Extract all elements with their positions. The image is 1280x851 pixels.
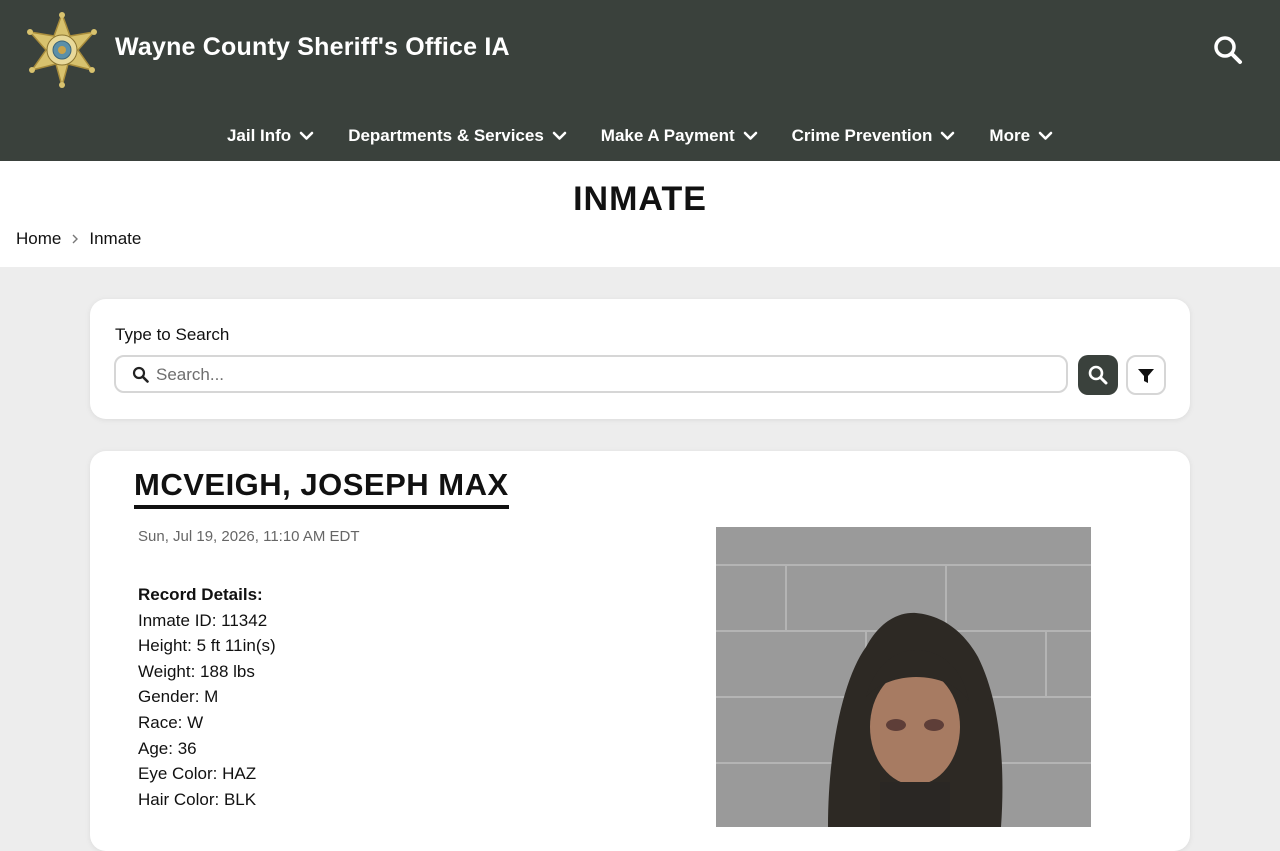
inmate-photo xyxy=(716,527,1091,827)
filter-button[interactable] xyxy=(1126,355,1166,395)
chevron-right-icon xyxy=(72,234,79,244)
nav-item-label: More xyxy=(989,126,1031,145)
detail-race: Race: W xyxy=(138,712,204,732)
page-title: INMATE xyxy=(573,180,707,218)
detail-weight: Weight: 188 lbs xyxy=(138,661,255,681)
detail-gender: Gender: M xyxy=(138,687,219,707)
nav-item-departments-services[interactable]: Departments & Services xyxy=(348,118,567,154)
nav-item-label: Make A Payment xyxy=(600,126,735,145)
inmate-name: MCVEIGH, JOSEPH MAX xyxy=(134,467,509,509)
search-card: Type to Search xyxy=(90,299,1190,419)
filter-icon xyxy=(1138,369,1154,383)
search-field[interactable] xyxy=(114,355,1068,393)
breadcrumb-home-link[interactable]: Home xyxy=(16,229,61,249)
site-title[interactable]: Wayne County Sheriff's Office IA xyxy=(115,33,510,62)
chevron-down-icon xyxy=(743,131,757,140)
detail-inmate-id: Inmate ID: 11342 xyxy=(138,610,268,630)
details-heading: Record Details: xyxy=(138,585,263,604)
inmate-record-card: MCVEIGH, JOSEPH MAX Sun, Jul 19, 2026, 1… xyxy=(90,451,1190,851)
search-button[interactable] xyxy=(1078,355,1118,395)
breadcrumb: Home Inmate xyxy=(16,229,141,249)
site-header: Wayne County Sheriff's Office IA Jail In… xyxy=(0,0,1280,161)
main-nav: Jail Info Departments & Services Make A … xyxy=(0,118,1280,154)
nav-item-label: Jail Info xyxy=(226,126,292,145)
nav-item-label: Departments & Services xyxy=(348,126,544,145)
breadcrumb-current[interactable]: Inmate xyxy=(89,229,141,249)
search-icon[interactable] xyxy=(1212,34,1244,66)
nav-item-label: Crime Prevention xyxy=(791,126,933,145)
detail-eye-color: Eye Color: HAZ xyxy=(138,764,257,784)
sheriff-badge-logo[interactable] xyxy=(24,12,100,88)
search-label: Type to Search xyxy=(115,325,230,344)
chevron-down-icon xyxy=(299,131,314,140)
nav-item-jail-info[interactable]: Jail Info xyxy=(227,118,314,154)
page-title-bar: INMATE Home Inmate xyxy=(0,161,1280,267)
chevron-down-icon xyxy=(552,131,567,140)
record-details: Record Details: Inmate ID: 11342 Height:… xyxy=(138,582,276,812)
chevron-down-icon xyxy=(941,131,955,140)
search-icon xyxy=(1088,365,1108,385)
detail-height: Height: 5 ft 11in(s) xyxy=(138,636,276,656)
nav-item-more[interactable]: More xyxy=(989,118,1053,154)
chevron-down-icon xyxy=(1038,131,1053,140)
nav-item-crime-prevention[interactable]: Crime Prevention xyxy=(792,118,956,154)
record-timestamp: Sun, Jul 19, 2026, 11:10 AM EDT xyxy=(138,528,360,545)
nav-item-make-a-payment[interactable]: Make A Payment xyxy=(601,118,758,154)
detail-age: Age: 36 xyxy=(138,738,197,758)
search-icon xyxy=(132,366,149,383)
search-input[interactable] xyxy=(154,357,1058,393)
